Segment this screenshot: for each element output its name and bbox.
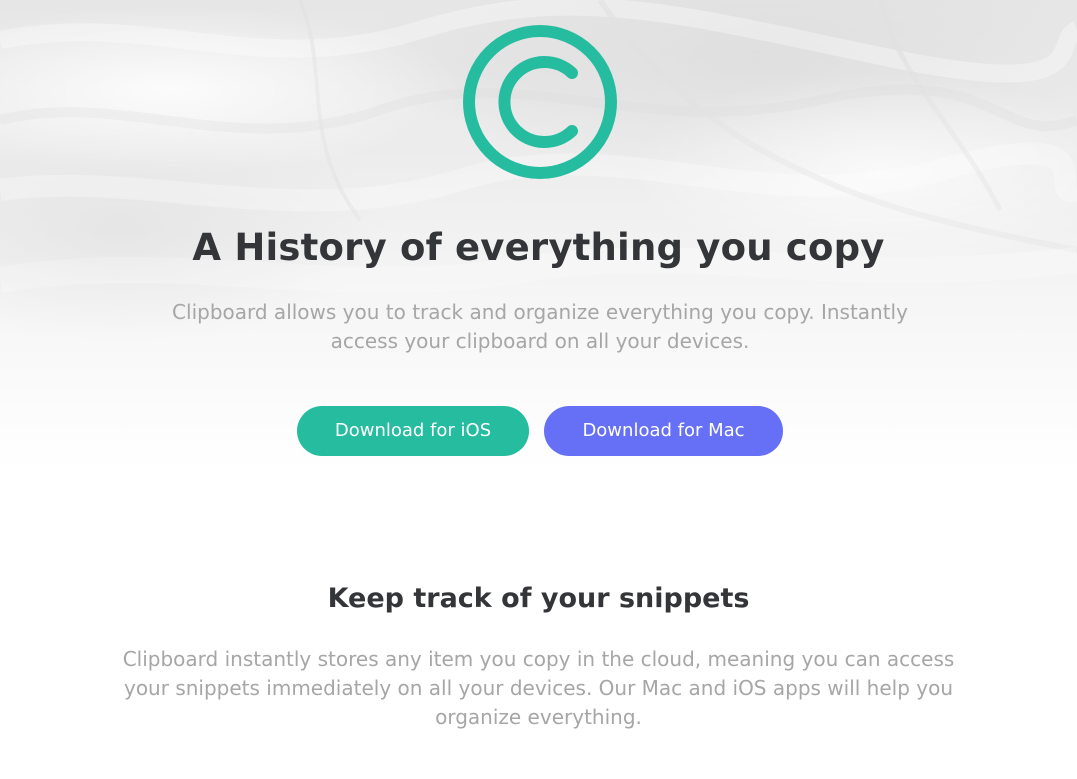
download-ios-button[interactable]: Download for iOS [297, 406, 529, 456]
download-mac-button[interactable]: Download for Mac [544, 406, 783, 456]
feature-description: Clipboard instantly stores any item you … [122, 647, 955, 729]
hero-title: A History of everything you copy [192, 226, 885, 269]
landing-page: A History of everything you copy Clipboa… [0, 0, 1077, 779]
copyright-c-icon [463, 25, 617, 179]
hero-subtitle: Clipboard allows you to track and organi… [172, 300, 908, 353]
feature-title: Keep track of your snippets [327, 583, 750, 614]
